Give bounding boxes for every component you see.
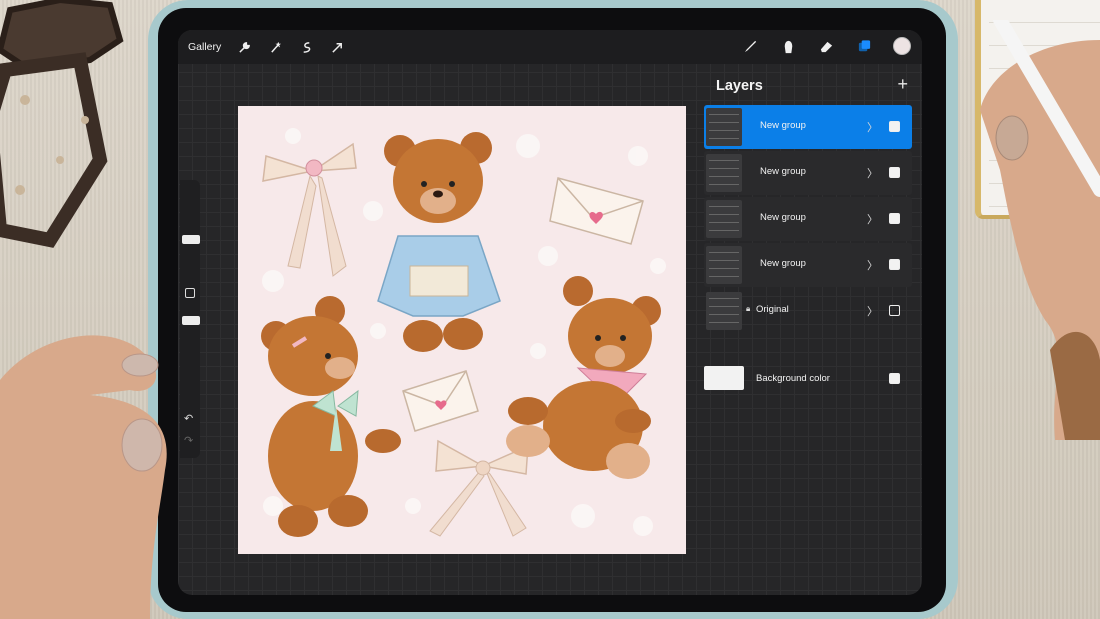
- right-hand-with-pencil: [980, 20, 1100, 440]
- visibility-checkbox[interactable]: [889, 305, 900, 316]
- opacity-slider-handle[interactable]: [182, 316, 200, 325]
- background-layer-name: Background color: [756, 373, 830, 384]
- magic-wand-icon[interactable]: [266, 38, 284, 56]
- chevron-right-icon[interactable]: 〉: [867, 119, 878, 135]
- layer-thumbnail: [706, 154, 742, 192]
- chevron-right-icon[interactable]: 〉: [867, 257, 878, 273]
- layer-row-1[interactable]: New group 〉: [704, 105, 912, 149]
- drawing-canvas[interactable]: [238, 106, 686, 554]
- layer-name: Original: [756, 304, 789, 315]
- layer-row-3[interactable]: New group 〉: [704, 197, 912, 241]
- redo-icon[interactable]: ↷: [184, 434, 193, 447]
- visibility-checkbox[interactable]: [889, 213, 900, 224]
- layer-name: New group: [760, 258, 806, 269]
- layer-thumbnail: [706, 108, 742, 146]
- bear-pink-bandana: [506, 276, 661, 479]
- color-swatch-button[interactable]: [892, 36, 912, 56]
- smudge-icon[interactable]: [778, 36, 798, 56]
- visibility-checkbox[interactable]: [889, 259, 900, 270]
- right-tool-group: [722, 36, 912, 56]
- layer-name: New group: [760, 120, 806, 131]
- eyeglasses: [0, 0, 124, 248]
- brush-icon[interactable]: [740, 36, 760, 56]
- layer-thumbnail: [706, 200, 742, 238]
- chevron-right-icon[interactable]: 〉: [867, 165, 878, 181]
- layers-title: Layers: [716, 78, 763, 94]
- gallery-button[interactable]: Gallery: [188, 41, 221, 53]
- modify-button[interactable]: [185, 288, 195, 298]
- layer-row-2[interactable]: New group 〉: [704, 151, 912, 195]
- wrench-icon[interactable]: [235, 38, 253, 56]
- top-toolbar: Gallery: [178, 30, 922, 64]
- selection-icon[interactable]: [297, 38, 315, 56]
- chevron-right-icon[interactable]: 〉: [867, 211, 878, 227]
- layer-thumbnail: [706, 292, 742, 330]
- ribbon-bow-bottom: [429, 439, 529, 537]
- transform-arrow-icon[interactable]: [328, 38, 346, 56]
- left-sidebar: ↶ ↷: [180, 180, 200, 458]
- background-color-swatch: [704, 366, 744, 390]
- ribbon-bow-top: [262, 142, 357, 277]
- envelope-top: [549, 177, 644, 245]
- layers-panel: Layers + New group 〉 New group 〉 New gro…: [700, 70, 916, 405]
- layer-name: New group: [760, 212, 806, 223]
- current-color-dot: [893, 37, 911, 55]
- teddy-bear-illustration: [261, 128, 666, 537]
- layer-thumbnail: [706, 246, 742, 284]
- background-color-layer[interactable]: Background color: [704, 363, 912, 395]
- add-layer-button[interactable]: +: [897, 74, 908, 95]
- lock-icon: 🔒︎: [746, 304, 751, 313]
- left-hand: [0, 335, 167, 619]
- visibility-checkbox[interactable]: [889, 373, 900, 384]
- layer-row-original[interactable]: 🔒︎ Original 〉: [704, 289, 912, 333]
- eraser-icon[interactable]: [816, 36, 836, 56]
- chevron-right-icon[interactable]: 〉: [867, 303, 878, 319]
- procreate-screen: Gallery ↶ ↷ Layers + New group 〉 New gro…: [178, 30, 922, 595]
- layers-icon[interactable]: [854, 36, 874, 56]
- layer-name: New group: [760, 166, 806, 177]
- bear-blue-sweater: [377, 132, 501, 352]
- visibility-checkbox[interactable]: [889, 167, 900, 178]
- envelope-small: [402, 370, 479, 432]
- undo-icon[interactable]: ↶: [184, 412, 193, 425]
- visibility-checkbox[interactable]: [889, 121, 900, 132]
- layer-row-4[interactable]: New group 〉: [704, 243, 912, 287]
- brush-size-slider-handle[interactable]: [182, 235, 200, 244]
